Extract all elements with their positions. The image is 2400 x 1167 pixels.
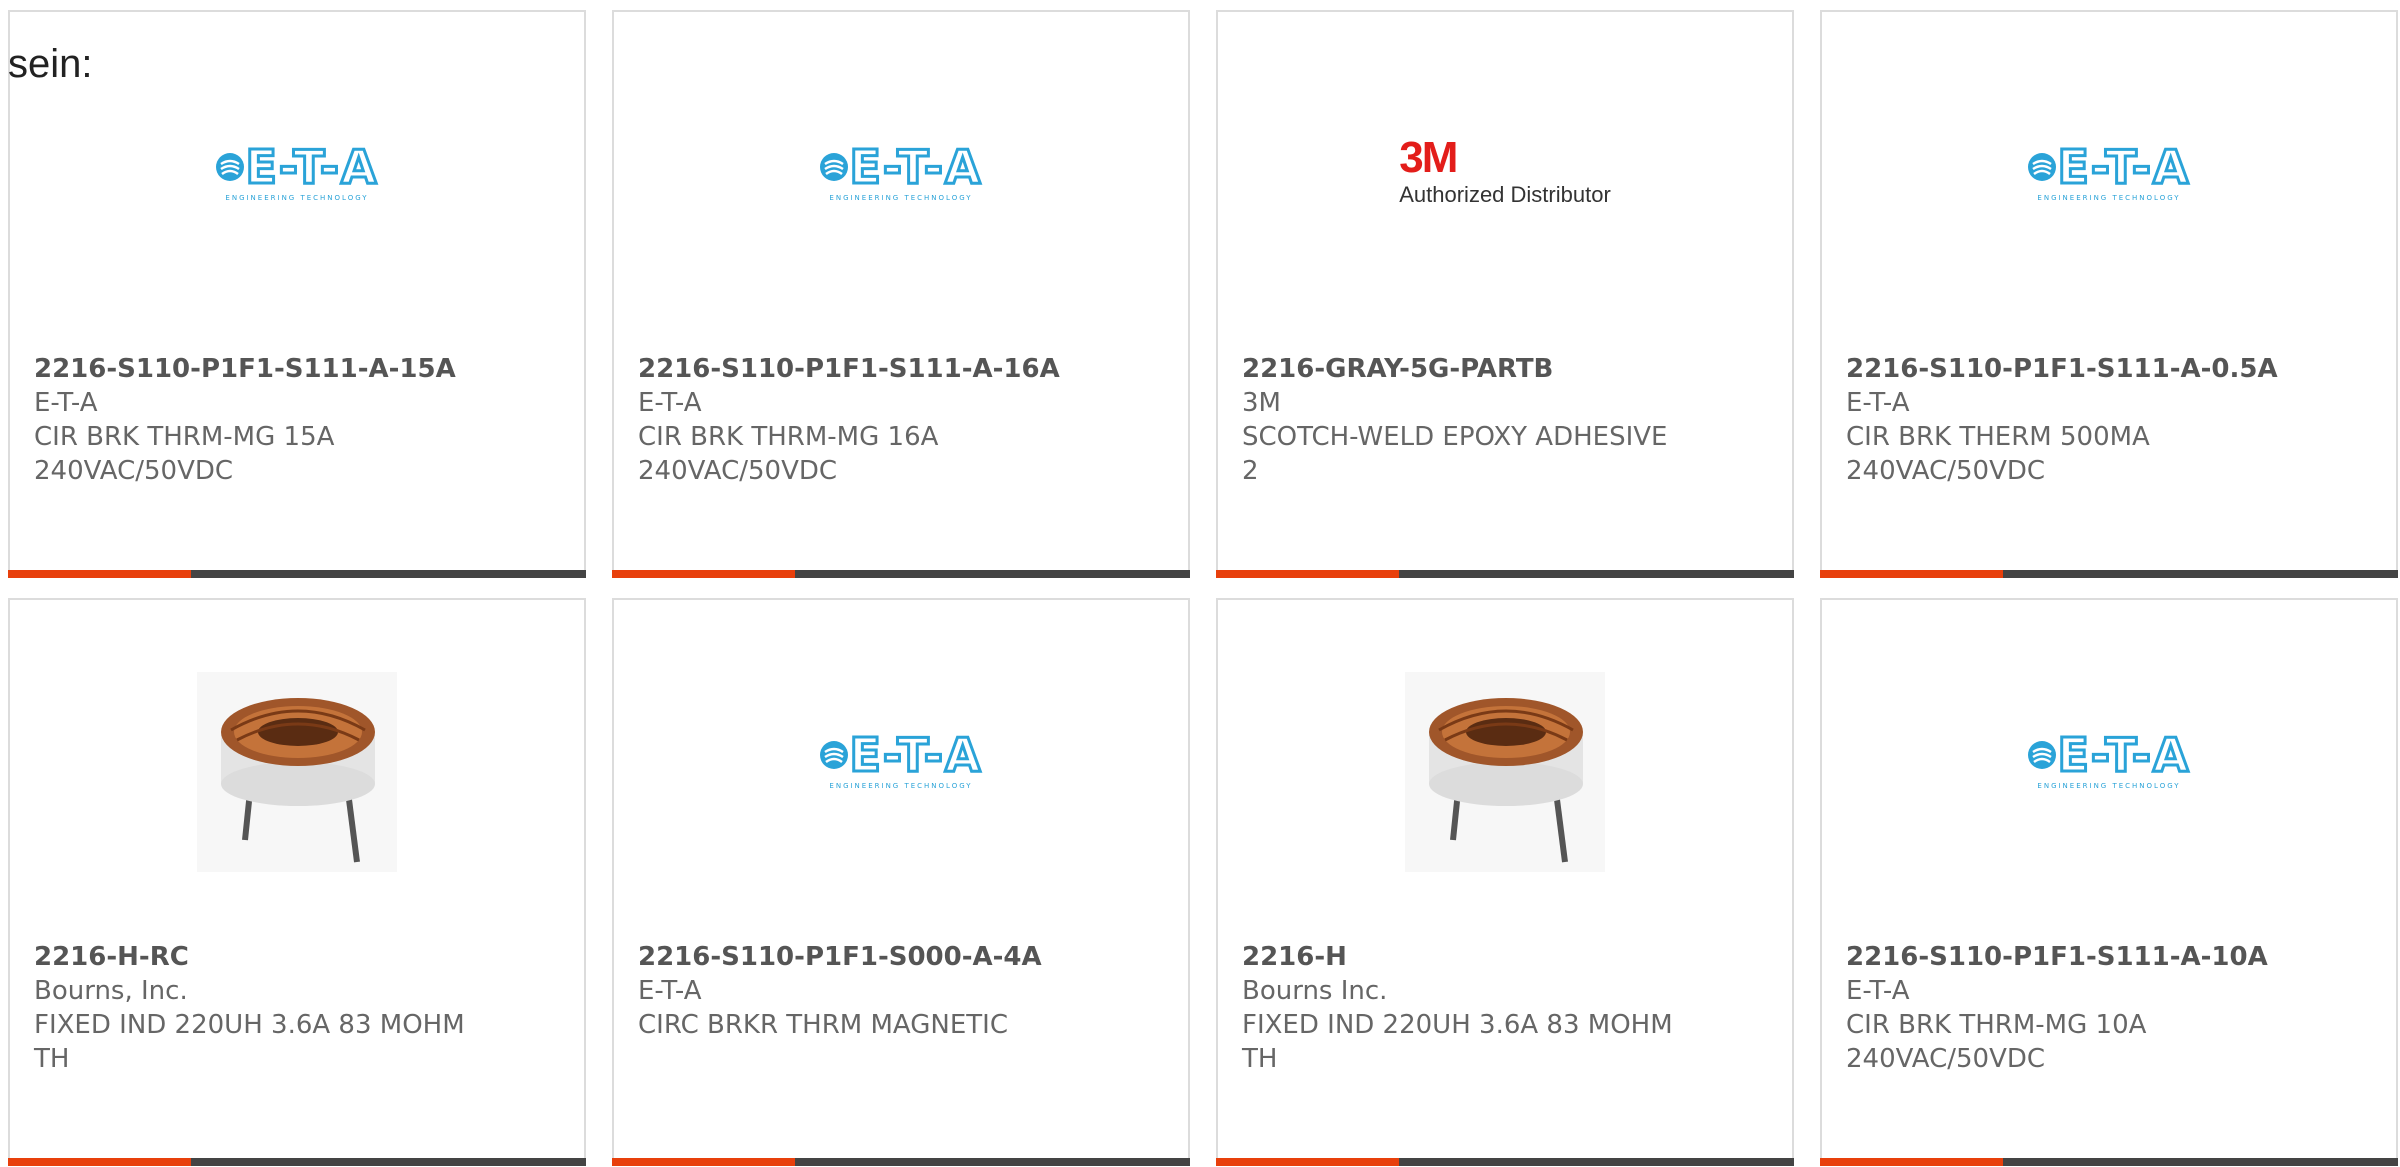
3m-logo-mark: 3M [1399,133,1458,182]
eta-swirl-icon [2028,741,2057,769]
product-description: CIR BRK THRM-MG 16A 240VAC/50VDC [638,422,939,486]
product-description: FIXED IND 220UH 3.6A 83 MOHM TH [34,1010,465,1074]
card-footer-bar [612,570,1190,578]
product-card[interactable]: 2216-H-RC Bourns, Inc. FIXED IND 220UH 3… [8,598,586,1166]
card-footer-accent [1820,570,2003,578]
product-card[interactable]: E-T-A ENGINEERING TECHNOLOGY 2216-S110-P… [8,10,586,578]
card-footer-accent [1216,1158,1399,1166]
card-footer-accent [8,1158,191,1166]
logo-tagline: ENGINEERING TECHNOLOGY [2037,194,2181,202]
card-footer-accent [8,570,191,578]
manufacturer-logo: E-T-A ENGINEERING TECHNOLOGY [801,726,1001,794]
manufacturer-logo: E-T-A ENGINEERING TECHNOLOGY [2009,138,2209,206]
card-footer-bar [1216,1158,1794,1166]
product-card[interactable]: E-T-A ENGINEERING TECHNOLOGY 2216-S110-P… [1820,10,2398,578]
product-description: CIR BRK THRM-MG 10A 240VAC/50VDC [1846,1010,2147,1074]
part-number[interactable]: 2216-H [1242,940,1682,974]
product-card[interactable]: E-T-A ENGINEERING TECHNOLOGY 2216-S110-P… [1820,598,2398,1166]
part-number[interactable]: 2216-S110-P1F1-S000-A-4A [638,940,1078,974]
part-number[interactable]: 2216-S110-P1F1-S111-A-16A [638,352,1078,386]
product-card[interactable]: 2216-H Bourns Inc. FIXED IND 220UH 3.6A … [1216,598,1794,1166]
product-description: FIXED IND 220UH 3.6A 83 MOHM TH [1242,1010,1673,1074]
product-description: CIRC BRKR THRM MAGNETIC [638,1010,1008,1040]
logo-wordmark: E-T-A [2056,140,2191,194]
manufacturer-name: 3M [1242,388,1281,418]
eta-swirl-icon [820,741,849,769]
product-photo [1405,672,1605,872]
manufacturer-name: E-T-A [638,976,702,1006]
toroidal-inductor-icon [197,672,397,872]
eta-swirl-icon [216,153,245,181]
logo-wordmark: E-T-A [2056,728,2191,782]
manufacturer-name: Bourns, Inc. [34,976,188,1006]
logo-tagline: ENGINEERING TECHNOLOGY [225,194,369,202]
card-footer-accent [612,570,795,578]
intro-text: sein: [8,42,93,86]
manufacturer-name: E-T-A [638,388,702,418]
card-footer-bar [1820,1158,2398,1166]
card-footer-accent [1216,570,1399,578]
part-number[interactable]: 2216-H-RC [34,940,474,974]
card-footer-accent [1820,1158,2003,1166]
product-grid: E-T-A ENGINEERING TECHNOLOGY 2216-S110-P… [8,10,2400,1166]
product-card[interactable]: E-T-A ENGINEERING TECHNOLOGY 2216-S110-P… [612,10,1190,578]
product-card[interactable]: E-T-A ENGINEERING TECHNOLOGY 2216-S110-P… [612,598,1190,1166]
manufacturer-logo: E-T-A ENGINEERING TECHNOLOGY [801,138,1001,206]
logo-tagline: ENGINEERING TECHNOLOGY [829,194,973,202]
product-description: CIR BRK THERM 500MA 240VAC/50VDC [1846,422,2150,486]
card-footer-bar [1820,570,2398,578]
part-number[interactable]: 2216-GRAY-5G-PARTB [1242,352,1682,386]
part-number[interactable]: 2216-S110-P1F1-S111-A-0.5A [1846,352,2286,386]
manufacturer-logo: 3M Authorized Distributor [1399,136,1611,208]
logo-wordmark: E-T-A [244,140,379,194]
eta-swirl-icon [820,153,849,181]
card-footer-bar [1216,570,1794,578]
manufacturer-logo: E-T-A ENGINEERING TECHNOLOGY [197,138,397,206]
card-footer-bar [8,1158,586,1166]
logo-tagline: ENGINEERING TECHNOLOGY [829,782,973,790]
product-description: SCOTCH-WELD EPOXY ADHESIVE 2 [1242,422,1668,486]
product-card[interactable]: 3M Authorized Distributor 2216-GRAY-5G-P… [1216,10,1794,578]
eta-swirl-icon [2028,153,2057,181]
manufacturer-name: E-T-A [1846,388,1910,418]
card-footer-bar [612,1158,1190,1166]
manufacturer-name: E-T-A [34,388,98,418]
card-footer-bar [8,570,586,578]
product-description: CIR BRK THRM-MG 15A 240VAC/50VDC [34,422,335,486]
part-number[interactable]: 2216-S110-P1F1-S111-A-15A [34,352,474,386]
manufacturer-name: Bourns Inc. [1242,976,1388,1006]
logo-wordmark: E-T-A [848,140,983,194]
card-footer-accent [612,1158,795,1166]
manufacturer-logo: E-T-A ENGINEERING TECHNOLOGY [2009,726,2209,794]
part-number[interactable]: 2216-S110-P1F1-S111-A-10A [1846,940,2286,974]
toroidal-inductor-icon [1405,672,1605,872]
logo-tagline: Authorized Distributor [1399,182,1611,207]
manufacturer-name: E-T-A [1846,976,1910,1006]
logo-tagline: ENGINEERING TECHNOLOGY [2037,782,2181,790]
product-photo [197,672,397,872]
logo-wordmark: E-T-A [848,728,983,782]
